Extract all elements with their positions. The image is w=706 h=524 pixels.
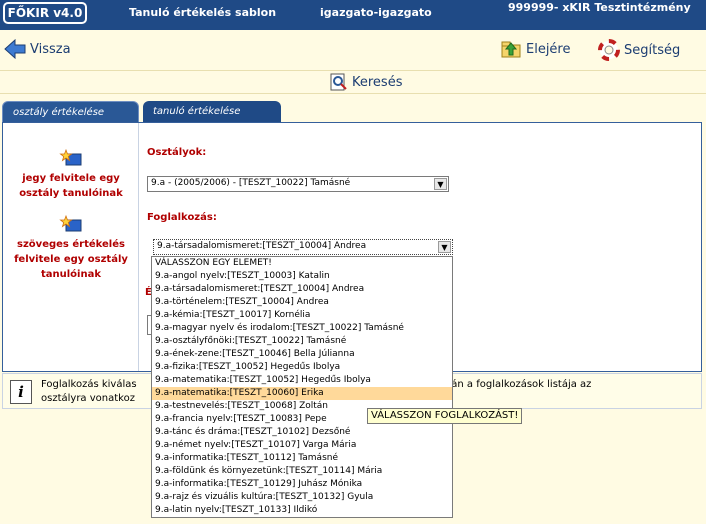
- list-item[interactable]: 9.a-fizika:[TESZT_10052] Hegedűs Ibolya: [152, 361, 452, 374]
- list-item[interactable]: 9.a-informatika:[TESZT_10112] Tamásné: [152, 452, 452, 465]
- top-bar: FŐKIR v4.0 Tanuló értékelés sablon igazg…: [0, 0, 706, 30]
- template-title: Tanuló értékelés sablon: [129, 6, 277, 19]
- list-item[interactable]: 9.a-társadalomismeret:[TESZT_10004] Andr…: [152, 283, 452, 296]
- tab-class-evaluation[interactable]: osztály értékelése: [2, 101, 139, 123]
- chevron-down-icon[interactable]: ▼: [438, 241, 451, 253]
- chevron-down-icon[interactable]: ▼: [434, 178, 447, 190]
- list-item[interactable]: 9.a-német nyelv:[TESZT_10107] Varga Mári…: [152, 439, 452, 452]
- search-icon: [330, 73, 347, 91]
- list-item-highlighted[interactable]: 9.a-matematika:[TESZT_10060] Erika: [152, 387, 452, 400]
- home-label: Elejére: [526, 41, 571, 57]
- subject-select[interactable]: 9.a-társadalomismeret:[TESZT_10004] Andr…: [153, 239, 453, 255]
- list-item[interactable]: 9.a-történelem:[TESZT_10004] Andrea: [152, 296, 452, 309]
- list-item[interactable]: 9.a-földünk és környezetünk:[TESZT_10114…: [152, 465, 452, 478]
- star-icon: [59, 215, 82, 232]
- class-label: Osztályok:: [147, 147, 207, 158]
- list-item[interactable]: 9.a-magyar nyelv és irodalom:[TESZT_1002…: [152, 322, 452, 335]
- toolbar: Vissza Elejére Segítség: [0, 30, 706, 70]
- list-item[interactable]: 9.a-informatika:[TESZT_10129] Juhász Món…: [152, 478, 452, 491]
- subject-select-value: 9.a-társadalomismeret:[TESZT_10004] Andr…: [157, 241, 367, 251]
- app-logo[interactable]: FŐKIR v4.0: [3, 2, 87, 24]
- info-icon: i: [10, 380, 32, 404]
- tab-student-evaluation[interactable]: tanuló értékelése: [143, 101, 281, 123]
- institution-name: 999999- xKIR Tesztintézmény: [508, 1, 691, 14]
- list-item[interactable]: 9.a-angol nyelv:[TESZT_10003] Katalin: [152, 270, 452, 283]
- info-text-line2: osztályra vonatkoz: [41, 393, 135, 404]
- class-select[interactable]: 9.a - (2005/2006) - [TESZT_10022] Tamásn…: [147, 176, 449, 192]
- arrow-left-icon: [4, 39, 26, 59]
- star-icon: [59, 149, 82, 166]
- list-item[interactable]: 9.a-osztályfőnöki:[TESZT_10022] Tamásné: [152, 335, 452, 348]
- help-label: Segítség: [624, 42, 681, 58]
- folder-up-icon: [501, 41, 521, 58]
- back-button[interactable]: Vissza: [4, 39, 71, 59]
- search-bar: Keresés: [0, 70, 706, 94]
- sidebar-item-label: jegy felvitele egy osztály tanulóinak: [19, 173, 123, 199]
- list-item[interactable]: 9.a-kémia:[TESZT_10017] Kornélia: [152, 309, 452, 322]
- back-label: Vissza: [30, 41, 71, 57]
- search-button[interactable]: Keresés: [330, 73, 402, 91]
- sidebar-item-grade-entry[interactable]: jegy felvitele egy osztály tanulóinak: [3, 149, 139, 201]
- list-item[interactable]: 9.a-rajz és vizuális kultúra:[TESZT_1013…: [152, 491, 452, 504]
- sidebar-item-text-evaluation[interactable]: szöveges értékelés felvitele egy osztály…: [3, 215, 139, 282]
- list-item[interactable]: 9.a-latin nyelv:[TESZT_10133] Ildikó: [152, 504, 452, 517]
- subject-label: Foglalkozás:: [147, 212, 217, 223]
- class-select-value: 9.a - (2005/2006) - [TESZT_10022] Tamásn…: [151, 178, 351, 188]
- list-item[interactable]: 9.a-tánc és dráma:[TESZT_10102] Dezsőné: [152, 426, 452, 439]
- info-text-left: Foglalkozás kiválas: [41, 379, 137, 390]
- sidebar-item-label: szöveges értékelés felvitele egy osztály…: [14, 239, 128, 280]
- lifebuoy-icon: [598, 39, 620, 61]
- tooltip: VÁLASSZON FOGLALKOZÁST!: [367, 408, 523, 424]
- home-button[interactable]: Elejére: [500, 39, 571, 59]
- sidebar: jegy felvitele egy osztály tanulóinak sz…: [3, 123, 139, 371]
- search-label: Keresés: [352, 74, 403, 90]
- user-name: igazgato-igazgato: [320, 6, 432, 19]
- list-item[interactable]: VÁLASSZON EGY ELEMET!: [152, 257, 452, 270]
- subject-dropdown-list[interactable]: VÁLASSZON EGY ELEMET! 9.a-angol nyelv:[T…: [151, 256, 453, 518]
- list-item[interactable]: 9.a-matematika:[TESZT_10052] Hegedűs Ibo…: [152, 374, 452, 387]
- help-button[interactable]: Segítség: [598, 39, 680, 61]
- list-item[interactable]: 9.a-ének-zene:[TESZT_10046] Bella Júlian…: [152, 348, 452, 361]
